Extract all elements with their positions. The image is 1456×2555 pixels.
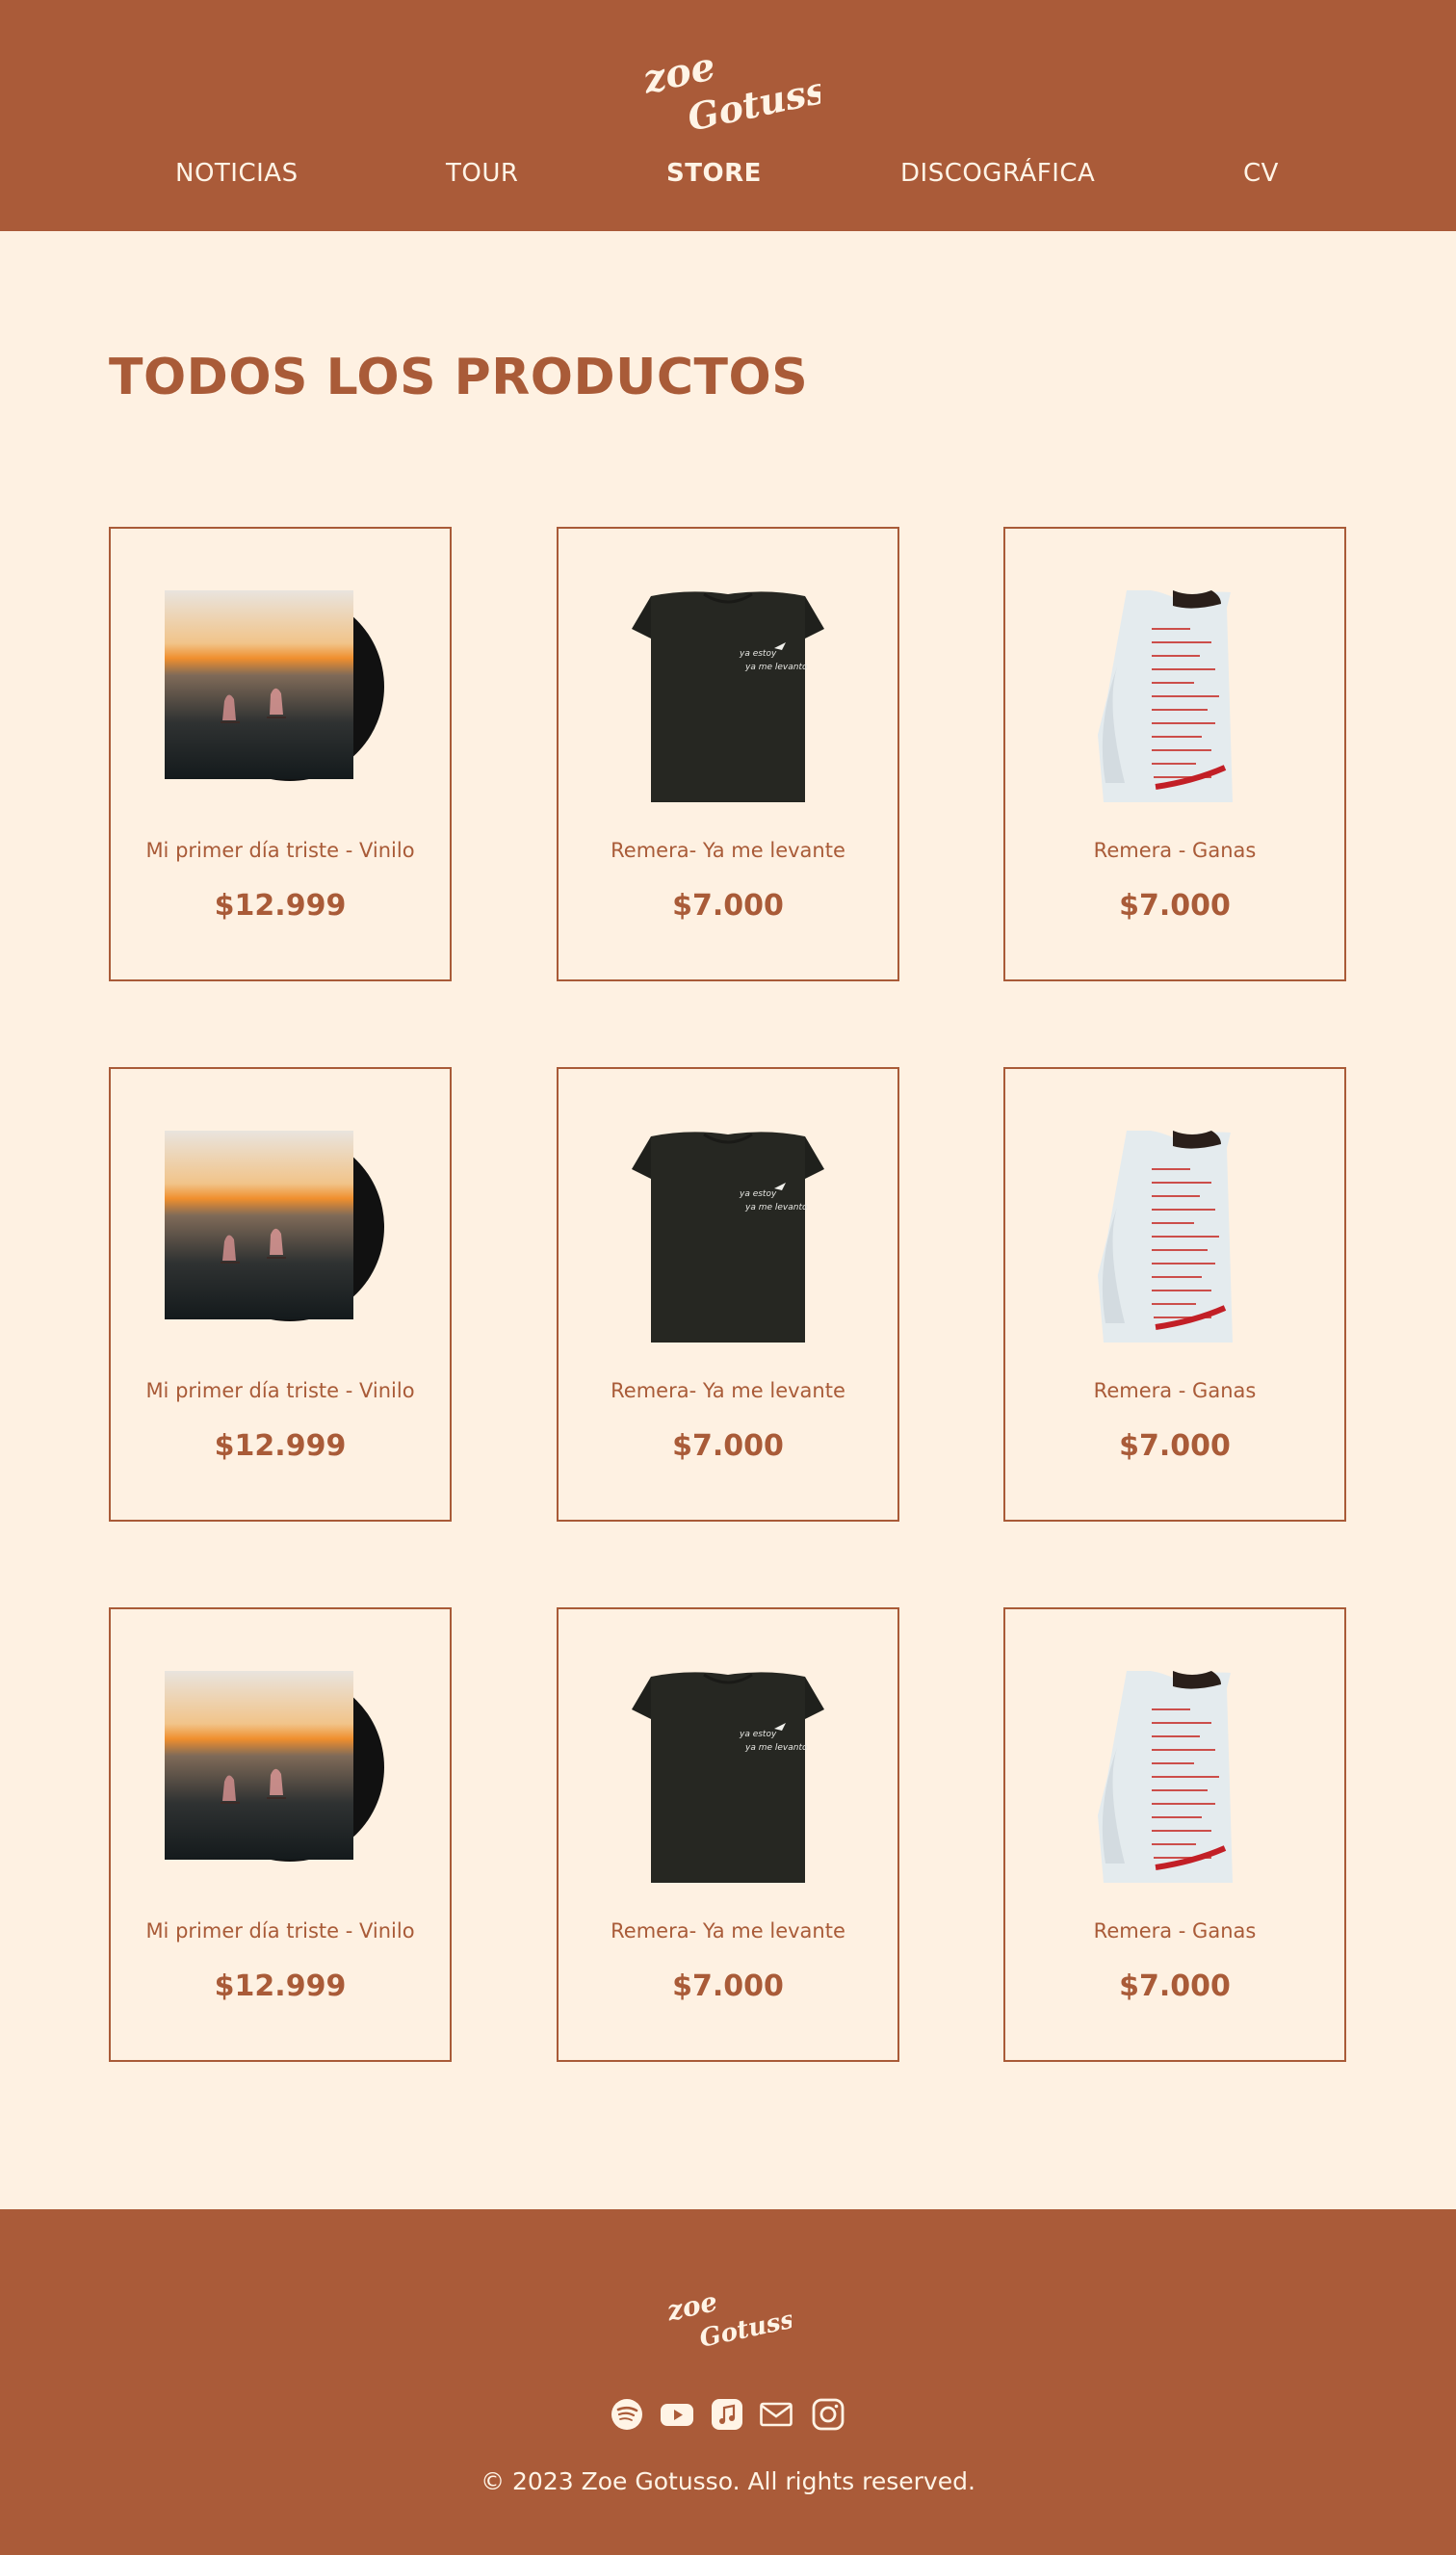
product-card[interactable]: Remera- Ya me levante $7.000 (557, 1607, 899, 2062)
footer-logo-line1: zoe (664, 2285, 720, 2327)
product-name[interactable]: Mi primer día triste - Vinilo (111, 839, 450, 862)
product-name[interactable]: Remera - Ganas (1005, 839, 1344, 862)
product-card[interactable]: Remera - Ganas $7.000 (1003, 527, 1346, 981)
black-shirt-image[interactable] (612, 1671, 844, 1883)
product-grid: Mi primer día triste - Vinilo $12.999 Re… (0, 0, 1456, 2555)
product-card[interactable]: Remera - Ganas $7.000 (1003, 1067, 1346, 1522)
product-name[interactable]: Remera - Ganas (1005, 1919, 1344, 1942)
instagram-icon[interactable] (812, 2398, 845, 2431)
product-price: $7.000 (1119, 1969, 1231, 2003)
product-price: $12.999 (214, 889, 347, 923)
product-card[interactable]: Remera - Ganas $7.000 (1003, 1607, 1346, 2062)
youtube-icon[interactable] (661, 2398, 693, 2431)
product-name[interactable]: Remera- Ya me levante (559, 839, 897, 862)
vinyl-image[interactable] (165, 590, 396, 802)
product-name[interactable]: Remera- Ya me levante (559, 1379, 897, 1402)
social-links (0, 2398, 1456, 2433)
vinyl-image[interactable] (165, 1671, 396, 1883)
product-price: $7.000 (1119, 889, 1231, 923)
footer-logo[interactable]: zoe Gotusso (664, 2284, 792, 2346)
copyright-text: © 2023 Zoe Gotusso. All rights reserved. (481, 2467, 975, 2495)
product-card[interactable]: Remera- Ya me levante $7.000 (557, 527, 899, 981)
product-card[interactable]: Remera- Ya me levante $7.000 (557, 1067, 899, 1522)
black-shirt-image[interactable] (612, 590, 844, 802)
vinyl-image[interactable] (165, 1131, 396, 1343)
product-name[interactable]: Mi primer día triste - Vinilo (111, 1919, 450, 1942)
product-card[interactable]: Mi primer día triste - Vinilo $12.999 (109, 1067, 452, 1522)
product-price: $7.000 (672, 889, 784, 923)
spotify-icon[interactable] (611, 2398, 643, 2431)
product-name[interactable]: Remera- Ya me levante (559, 1919, 897, 1942)
site-footer: zoe Gotusso © 2023 Zoe Gotusso. All righ… (0, 2209, 1456, 2555)
product-price: $12.999 (214, 1429, 347, 1463)
apple-music-icon[interactable] (711, 2398, 743, 2431)
white-shirt-image[interactable] (1059, 590, 1290, 802)
white-shirt-image[interactable] (1059, 1671, 1290, 1883)
product-card[interactable]: Mi primer día triste - Vinilo $12.999 (109, 1607, 452, 2062)
product-price: $7.000 (672, 1969, 784, 2003)
product-price: $12.999 (214, 1969, 347, 2003)
product-name[interactable]: Remera - Ganas (1005, 1379, 1344, 1402)
product-name[interactable]: Mi primer día triste - Vinilo (111, 1379, 450, 1402)
product-card[interactable]: Mi primer día triste - Vinilo $12.999 (109, 527, 452, 981)
product-price: $7.000 (672, 1429, 784, 1463)
black-shirt-image[interactable] (612, 1131, 844, 1343)
white-shirt-image[interactable] (1059, 1131, 1290, 1343)
mail-icon[interactable] (760, 2398, 793, 2431)
product-price: $7.000 (1119, 1429, 1231, 1463)
